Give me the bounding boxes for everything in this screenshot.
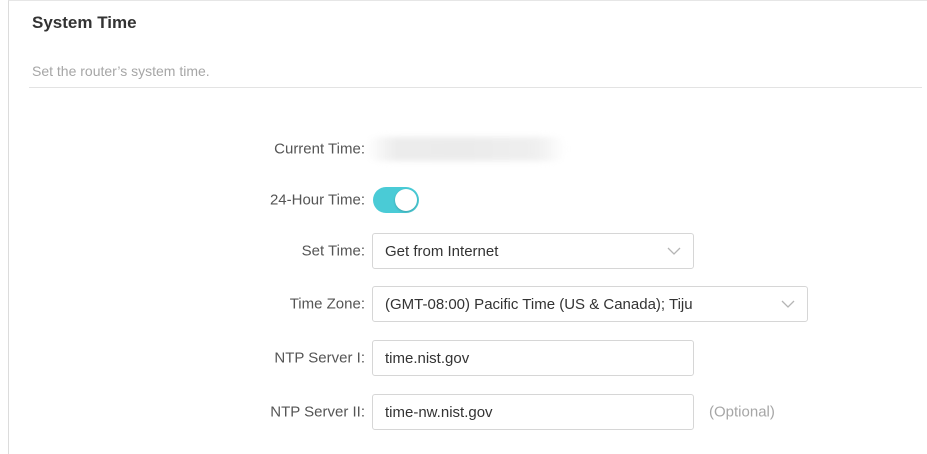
set-time-label: Set Time: bbox=[301, 242, 365, 260]
ntp1-row: NTP Server I: time.nist.gov bbox=[9, 340, 927, 376]
ntp2-row: NTP Server II: time-nw.nist.gov (Optiona… bbox=[9, 394, 927, 430]
chevron-down-icon bbox=[781, 300, 795, 308]
time-zone-value: (GMT-08:00) Pacific Time (US & Canada); … bbox=[385, 295, 693, 313]
hour24-toggle[interactable] bbox=[373, 187, 419, 213]
current-time-label: Current Time: bbox=[274, 140, 365, 158]
ntp1-input[interactable]: time.nist.gov bbox=[372, 340, 694, 376]
ntp2-label: NTP Server II: bbox=[270, 403, 365, 421]
hour24-label: 24-Hour Time: bbox=[269, 191, 365, 209]
set-time-value: Get from Internet bbox=[385, 242, 499, 260]
section-subtitle: Set the router’s system time. bbox=[32, 63, 210, 79]
time-zone-select[interactable]: (GMT-08:00) Pacific Time (US & Canada); … bbox=[372, 286, 808, 322]
time-zone-label: Time Zone: bbox=[289, 295, 365, 313]
section-title: System Time bbox=[32, 13, 137, 32]
ntp1-label: NTP Server I: bbox=[274, 349, 365, 367]
toggle-knob bbox=[395, 189, 417, 211]
section-divider bbox=[29, 87, 922, 88]
set-time-row: Set Time: Get from Internet bbox=[9, 233, 927, 269]
hour24-row: 24-Hour Time: bbox=[9, 182, 927, 218]
current-time-value-redacted bbox=[366, 137, 566, 161]
ntp2-value: time-nw.nist.gov bbox=[385, 403, 493, 421]
time-zone-row: Time Zone: (GMT-08:00) Pacific Time (US … bbox=[9, 286, 927, 322]
current-time-row: Current Time: bbox=[9, 131, 927, 167]
set-time-select[interactable]: Get from Internet bbox=[372, 233, 694, 269]
ntp1-value: time.nist.gov bbox=[385, 349, 470, 367]
ntp2-optional-hint: (Optional) bbox=[709, 403, 775, 421]
chevron-down-icon bbox=[667, 247, 681, 255]
system-time-panel: System Time Set the router’s system time… bbox=[8, 0, 927, 454]
ntp2-input[interactable]: time-nw.nist.gov bbox=[372, 394, 694, 430]
